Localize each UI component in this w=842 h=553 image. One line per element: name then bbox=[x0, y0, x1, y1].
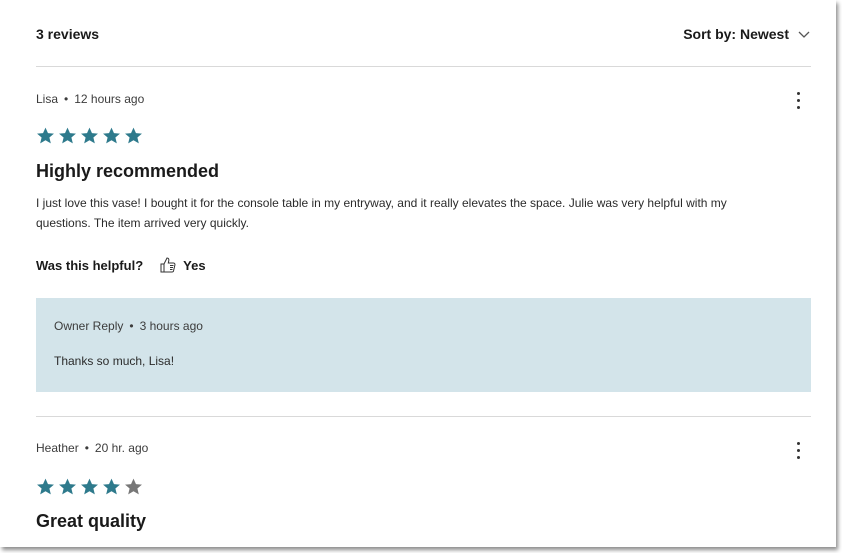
review-title: Great quality bbox=[36, 511, 147, 531]
chevron-down-icon bbox=[798, 31, 810, 38]
star-empty-icon bbox=[125, 478, 142, 495]
divider bbox=[36, 66, 811, 67]
star-filled-icon bbox=[59, 127, 76, 144]
reply-meta: Owner Reply • 3 hours ago bbox=[54, 319, 203, 333]
star-filled-icon bbox=[81, 478, 98, 495]
star-filled-icon bbox=[103, 127, 120, 144]
thumbs-up-icon bbox=[160, 257, 176, 273]
sort-label: Sort by: Newest bbox=[683, 26, 789, 42]
separator-dot: • bbox=[129, 319, 134, 333]
review-author: Lisa bbox=[36, 92, 59, 106]
more-options-icon[interactable] bbox=[797, 442, 801, 460]
helpful-row: Was this helpful? Yes bbox=[36, 256, 206, 274]
helpful-yes-button[interactable]: Yes bbox=[159, 256, 206, 274]
star-filled-icon bbox=[125, 127, 142, 144]
reply-author: Owner Reply bbox=[54, 319, 124, 333]
separator-dot: • bbox=[84, 441, 89, 455]
reviews-panel: 3 reviews Sort by: Newest Lisa • 12 hours … bbox=[0, 0, 836, 547]
star-filled-icon bbox=[37, 478, 54, 495]
review-count: 3 reviews bbox=[36, 26, 100, 42]
helpful-prompt: Was this helpful? bbox=[36, 257, 144, 273]
review-time: 12 hours ago bbox=[74, 92, 145, 106]
more-options-icon[interactable] bbox=[797, 92, 801, 110]
separator-dot: • bbox=[64, 92, 69, 106]
reviews-header: 3 reviews Sort by: Newest bbox=[36, 22, 811, 46]
star-filled-icon bbox=[103, 478, 120, 495]
divider bbox=[36, 416, 811, 417]
review-meta: Lisa • 12 hours ago bbox=[36, 92, 144, 106]
reply-time: 3 hours ago bbox=[139, 319, 203, 333]
owner-reply: Owner Reply • 3 hours ago Thanks so much, … bbox=[36, 298, 811, 392]
review-meta: Heather • 20 hr. ago bbox=[36, 441, 148, 455]
star-rating bbox=[36, 477, 143, 496]
star-filled-icon bbox=[59, 478, 76, 495]
star-filled-icon bbox=[81, 127, 98, 144]
star-rating bbox=[36, 126, 143, 145]
reply-text: Thanks so much, Lisa! bbox=[54, 354, 175, 368]
review-title: Highly recommended bbox=[36, 161, 220, 181]
review-time: 20 hr. ago bbox=[94, 441, 149, 455]
sort-dropdown[interactable]: Sort by: Newest bbox=[683, 26, 811, 42]
star-filled-icon bbox=[37, 127, 54, 144]
helpful-yes-label: Yes bbox=[183, 257, 206, 273]
review-body: I just love this vase! I bought it for t… bbox=[36, 196, 727, 230]
review-author: Heather bbox=[36, 441, 79, 455]
